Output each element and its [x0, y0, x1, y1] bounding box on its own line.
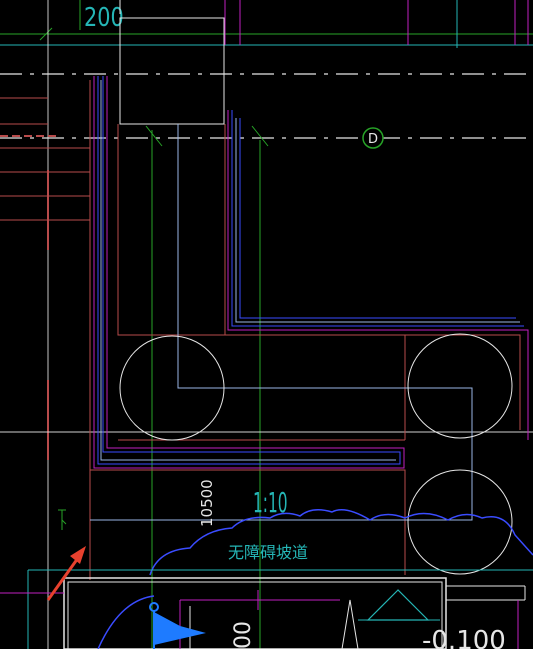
upper-opening [119, 17, 269, 147]
top-dimension-text: 200 [84, 2, 124, 33]
ramp-railings [90, 76, 529, 521]
level-marker-symbol [58, 509, 67, 530]
circular-planters [119, 333, 513, 575]
axis-bubble-label: D [368, 132, 378, 147]
slope-ratio-text: 1:10 [253, 487, 288, 519]
ramp-label: 无障碍坡道 [228, 543, 308, 562]
ramp-length-dimension: 10500 [198, 479, 216, 527]
dashed-axis-lines [0, 73, 533, 139]
elevation-marker: -0.100 [358, 589, 506, 649]
elevation-text: -0.100 [422, 626, 506, 649]
axis-bubble-d: D [362, 127, 384, 149]
side-dimension-text: 00 [231, 621, 256, 649]
pointer-arrow-icon [46, 546, 86, 601]
section-spike [341, 599, 359, 649]
cad-drawing-canvas[interactable]: 200 D 10500 1:10 无障碍坡道 -0.100 00 [0, 0, 533, 649]
top-dimension-block: 200 [0, 0, 533, 48]
stair-treads [0, 97, 90, 221]
